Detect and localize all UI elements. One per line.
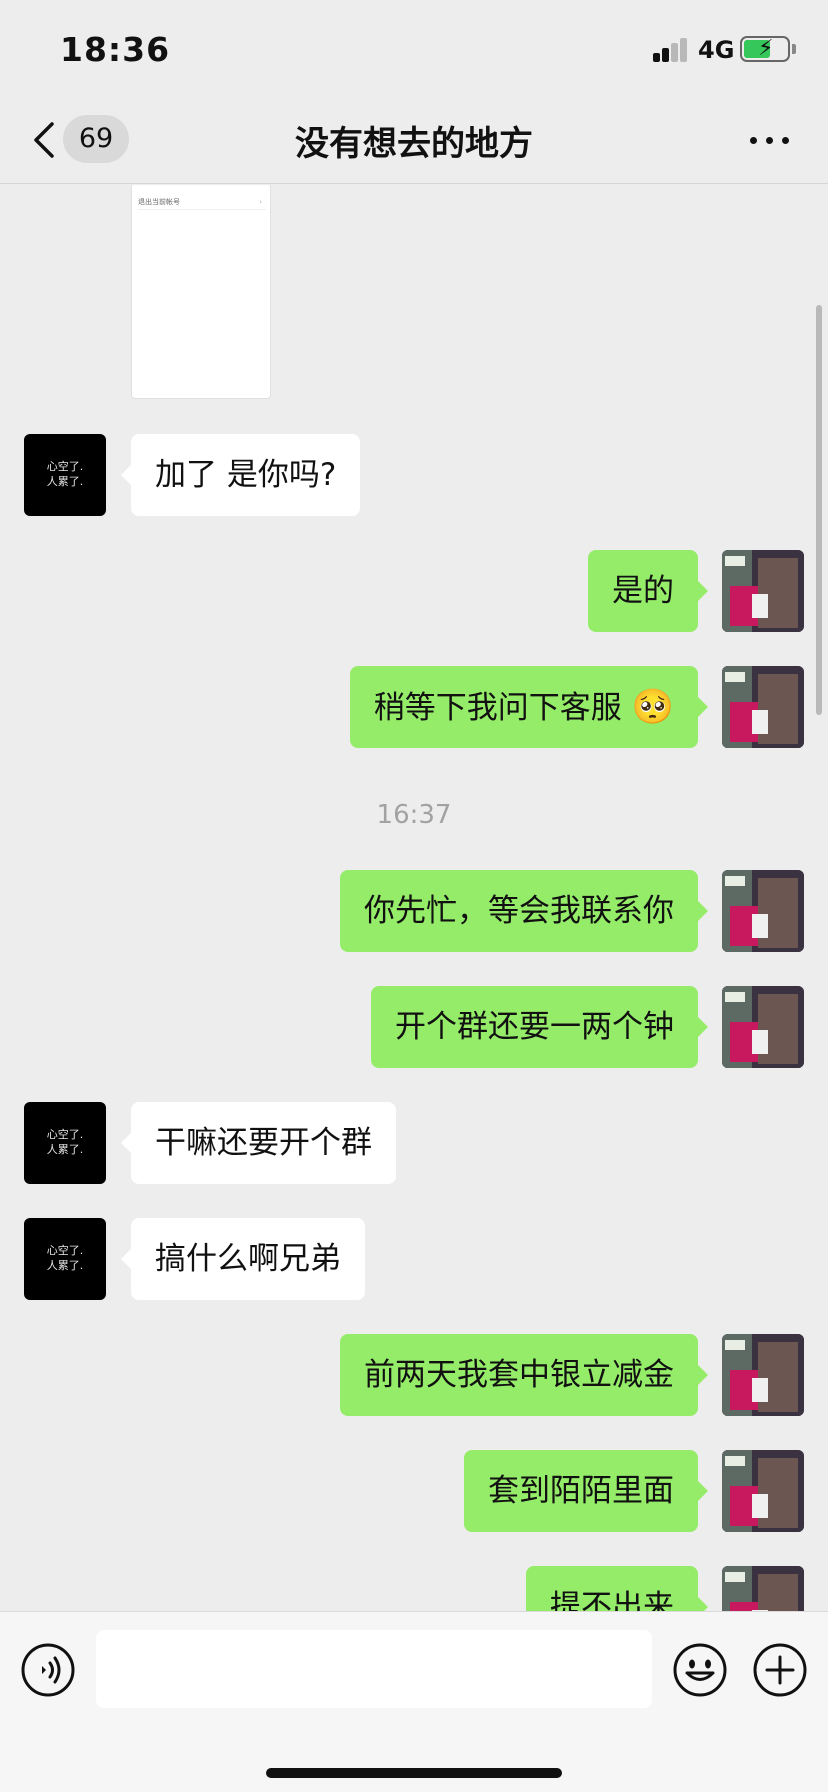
- outgoing-message-bubble[interactable]: 是的: [588, 550, 708, 632]
- contact-avatar[interactable]: 心空了. 人累了.: [24, 1102, 106, 1184]
- message-input[interactable]: [96, 1630, 652, 1708]
- plus-icon: [753, 1643, 807, 1697]
- my-avatar[interactable]: [722, 870, 804, 952]
- network-type-label: 4G: [698, 36, 735, 64]
- voice-icon: [21, 1643, 75, 1697]
- battery-tip: [792, 44, 796, 54]
- outgoing-message-bubble[interactable]: 开个群还要一两个钟: [371, 986, 708, 1068]
- input-bar: [0, 1611, 828, 1792]
- emoji-button[interactable]: [672, 1642, 728, 1698]
- status-bar: 18:36 4G ⚡: [0, 0, 828, 96]
- chat-header: 69 没有想去的地方: [0, 96, 828, 184]
- incoming-message-bubble[interactable]: 加了 是你吗?: [120, 434, 361, 516]
- my-avatar[interactable]: [722, 1450, 804, 1532]
- message-list[interactable]: 退出当前帐号 › 心空了. 人累了. 加了 是你吗? 是的 稍等下我问下客服 🥺: [0, 185, 828, 1611]
- image-message[interactable]: 退出当前帐号 ›: [131, 185, 271, 399]
- my-avatar[interactable]: [722, 550, 804, 632]
- contact-avatar[interactable]: 心空了. 人累了.: [24, 1218, 106, 1300]
- emoji-icon: [673, 1643, 727, 1697]
- message-timestamp: 16:37: [376, 800, 452, 830]
- chevron-left-icon: [34, 122, 54, 158]
- outgoing-message-bubble[interactable]: 前两天我套中银立减金: [340, 1334, 708, 1416]
- status-time: 18:36: [60, 30, 171, 69]
- image-preview-row: 退出当前帐号 ›: [138, 194, 266, 210]
- chevron-right-icon: ›: [259, 198, 262, 206]
- outgoing-message-bubble[interactable]: 套到陌陌里面: [464, 1450, 708, 1532]
- my-avatar[interactable]: [722, 1566, 804, 1611]
- home-indicator[interactable]: [266, 1768, 562, 1778]
- outgoing-message-bubble[interactable]: 提不出来: [526, 1566, 708, 1611]
- incoming-message-bubble[interactable]: 搞什么啊兄弟: [121, 1218, 365, 1300]
- pleading-face-emoji: 🥺: [631, 687, 674, 727]
- contact-avatar[interactable]: 心空了. 人累了.: [24, 434, 106, 516]
- battery-charging-icon: ⚡: [740, 36, 790, 62]
- my-avatar[interactable]: [722, 1334, 804, 1416]
- outgoing-message-bubble[interactable]: 你先忙，等会我联系你: [340, 870, 708, 952]
- signal-icon: [653, 38, 689, 62]
- more-functions-button[interactable]: [752, 1642, 808, 1698]
- unread-count-badge[interactable]: 69: [63, 115, 129, 163]
- my-avatar[interactable]: [722, 986, 804, 1068]
- more-dots-icon: [750, 137, 757, 144]
- scrollbar-thumb[interactable]: [816, 305, 822, 715]
- back-button[interactable]: [28, 116, 64, 164]
- outgoing-message-bubble[interactable]: 稍等下我问下客服 🥺: [349, 666, 709, 748]
- more-button[interactable]: [748, 120, 792, 160]
- incoming-message-bubble[interactable]: 干嘛还要开个群: [121, 1102, 396, 1184]
- my-avatar[interactable]: [722, 666, 804, 748]
- voice-button[interactable]: [20, 1642, 76, 1698]
